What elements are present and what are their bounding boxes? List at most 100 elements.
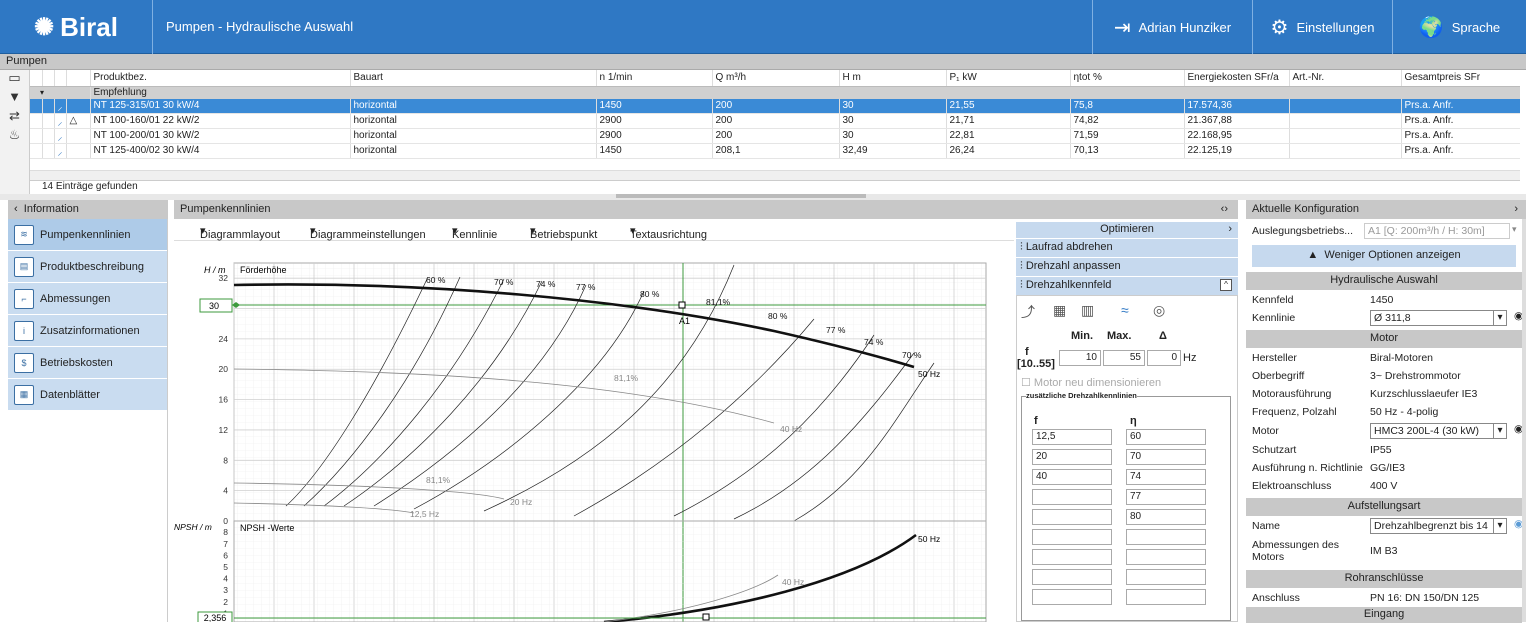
optimize-expand-icon[interactable]: › — [1228, 223, 1232, 235]
cell: NT 100-200/01 30 kW/2 — [90, 128, 351, 144]
col-header[interactable]: H m — [839, 70, 947, 87]
f-value-input[interactable]: 12,5 — [1032, 429, 1112, 445]
pump-toolbar: ▭ ▼ ⇄ ♨ — [0, 70, 30, 194]
filter-icon[interactable]: ▼ — [0, 89, 29, 108]
f-min-input[interactable]: 10 — [1059, 350, 1101, 366]
curves-toggle-icon[interactable]: ≈ — [1121, 302, 1129, 318]
nav-pumpenkennlinien[interactable]: ≋ Pumpenkennlinien — [8, 219, 167, 251]
nav-label: Pumpenkennlinien — [40, 228, 131, 241]
f-value-input[interactable]: 40 — [1032, 469, 1112, 485]
eta-value-input[interactable] — [1126, 529, 1206, 545]
optimize-header[interactable]: Optimieren › — [1016, 222, 1238, 238]
wrench-icon[interactable]: ⸝ — [54, 143, 67, 159]
f-value-input[interactable] — [1032, 569, 1112, 585]
config-panel-header[interactable]: Aktuelle Konfiguration › — [1246, 200, 1526, 219]
f-value-input[interactable] — [1032, 489, 1112, 505]
eta-value-input[interactable]: 74 — [1126, 469, 1206, 485]
menu-textausrichtung[interactable]: Textausrichtung ▾ — [630, 224, 707, 241]
menu-label: Kennlinie — [452, 229, 498, 241]
auslegung-select[interactable]: A1 [Q: 200m³/h / H: 30m] — [1364, 223, 1510, 239]
group-row[interactable]: ▾ Empfehlung — [30, 86, 1520, 99]
f-value-input[interactable] — [1032, 549, 1112, 565]
nav-zusatzinformationen[interactable]: i Zusatzinformationen — [8, 315, 167, 347]
expand-icon[interactable]: ‹› — [1221, 203, 1228, 215]
eta-value-input[interactable] — [1126, 549, 1206, 565]
col-header[interactable]: Produktbez. — [90, 70, 351, 87]
kennlinie-select[interactable]: Ø 311,8 — [1370, 310, 1507, 326]
head-plot-area — [233, 262, 987, 522]
motor-select[interactable]: HMC3 200L-4 (30 kW) — [1370, 423, 1507, 439]
menu-diagrammlayout[interactable]: Diagrammlayout ▾ — [200, 224, 280, 241]
col-header[interactable]: Gesamtpreis SFr — [1401, 70, 1520, 87]
pump-tool-icon[interactable]: ⤴ — [1021, 302, 1035, 322]
eta-value-input[interactable]: 70 — [1126, 449, 1206, 465]
eta-value-input[interactable]: 77 — [1126, 489, 1206, 505]
f-value-input[interactable] — [1032, 589, 1112, 605]
less-options-button[interactable]: ▲ Weniger Optionen anzeigen — [1252, 245, 1516, 267]
wrench-icon[interactable]: ⸝ — [54, 113, 67, 129]
npsh-operating-point[interactable] — [702, 613, 710, 621]
f-delta-input[interactable]: 0 — [1147, 350, 1181, 366]
nav-abmessungen[interactable]: ⌐ Abmessungen — [8, 283, 167, 315]
menu-diagrammeinstellungen[interactable]: Diagrammeinstellungen ▾ — [310, 224, 426, 241]
collapse-up-icon[interactable]: ^ — [1220, 279, 1232, 291]
f-max-input[interactable]: 55 — [1103, 350, 1145, 366]
f-value-input[interactable] — [1032, 529, 1112, 545]
schutzart-value: IP55 — [1370, 444, 1392, 456]
col-header[interactable]: Q m³/h — [712, 70, 840, 87]
menu-label: Textausrichtung — [630, 229, 708, 241]
table-row[interactable]: ⸝ NT 125-315/01 30 kW/4 horizontal 1450 200… — [30, 98, 1520, 114]
collapse-left-icon[interactable]: ‹ — [14, 203, 18, 215]
eta-value-input[interactable]: 80 — [1126, 509, 1206, 525]
language-button[interactable]: 🌍 Sprache — [1392, 0, 1526, 54]
opt-drehzahlkennfeld[interactable]: ⫶ Drehzahlkennfeld ^ — [1016, 276, 1238, 295]
cell: horizontal — [350, 113, 597, 129]
col-header[interactable]: ηtot % — [1070, 70, 1185, 87]
collapse-icon[interactable]: ▾ — [30, 86, 91, 99]
col-header[interactable]: Bauart — [350, 70, 597, 87]
auslegung-dropdown-icon[interactable]: ▾ — [1512, 224, 1517, 235]
col-header[interactable]: Energiekosten SFr/a — [1184, 70, 1290, 87]
user-button[interactable]: ⇥ Adrian Hunziker — [1092, 0, 1252, 54]
nav-betriebskosten[interactable]: $ Betriebskosten — [8, 347, 167, 379]
eta-value-input[interactable] — [1126, 589, 1206, 605]
config-expand-icon[interactable]: › — [1514, 203, 1518, 215]
table-row[interactable]: ⸝ NT 100-200/01 30 kW/2 horizontal 2900 200… — [30, 128, 1520, 144]
cabinet-icon[interactable]: ▥ — [1081, 302, 1094, 319]
wrench-icon[interactable]: ⸝ — [54, 98, 67, 114]
motor-checkbox[interactable]: ☐ Motor neu dimensionieren — [1021, 376, 1161, 389]
col-header[interactable]: P₁ kW — [946, 70, 1071, 87]
nav-produktbeschreibung[interactable]: ▤ Produktbeschreibung — [8, 251, 167, 283]
pump-curve-chart[interactable]: H / m Förderhöhe 048121620242832 30 A1 6… — [174, 241, 1014, 625]
splitter-handle[interactable] — [616, 194, 866, 198]
brand-logo[interactable]: ✺ Biral — [0, 0, 153, 54]
nav-datenblaetter[interactable]: ▦ Datenblätter — [8, 379, 167, 411]
information-panel-header[interactable]: ‹ Information — [8, 200, 168, 219]
table-row[interactable]: ⸝ NT 125-400/02 30 kW/4 horizontal 1450 208… — [30, 143, 1520, 159]
f-value-input[interactable]: 20 — [1032, 449, 1112, 465]
opt-laufrad-abdrehen[interactable]: ⫶ Laufrad abdrehen — [1016, 238, 1238, 257]
horizontal-scrollbar[interactable] — [30, 170, 1520, 180]
table-row[interactable]: ⸝ △ NT 100-160/01 22 kW/2 horizontal 2900 20… — [30, 113, 1520, 129]
head-legend: Förderhöhe — [240, 265, 287, 275]
f-value-input[interactable] — [1032, 509, 1112, 525]
name-row: NameDrehzahlbegrenzt bis 14◉ — [1252, 518, 1523, 536]
columns-icon[interactable]: ▭ — [0, 70, 29, 89]
col-header[interactable]: n 1/min — [596, 70, 713, 87]
settings-button[interactable]: ⚙ Einstellungen — [1252, 0, 1392, 54]
calculator-icon[interactable]: ▦ — [1053, 302, 1066, 319]
menu-betriebspunkt[interactable]: Betriebspunkt ▾ — [530, 224, 597, 241]
opt-drehzahl-anpassen[interactable]: ⫶ Drehzahl anpassen — [1016, 257, 1238, 276]
eta-value-input[interactable] — [1126, 569, 1206, 585]
eta-value-input[interactable]: 60 — [1126, 429, 1206, 445]
menu-kennlinie[interactable]: Kennlinie ▾ — [452, 224, 497, 241]
pump-config-icon[interactable]: ♨ — [0, 127, 29, 146]
wrench-icon[interactable]: ⸝ — [54, 128, 67, 144]
chart-svg[interactable]: H / m Förderhöhe 048121620242832 30 A1 6… — [174, 241, 1014, 625]
col-header[interactable]: Art.-Nr. — [1289, 70, 1402, 87]
name-select[interactable]: Drehzahlbegrenzt bis 14 — [1370, 518, 1507, 534]
gauge-icon[interactable]: ◎ — [1153, 302, 1165, 319]
config-scrollbar[interactable] — [1522, 219, 1526, 622]
compare-icon[interactable]: ⇄ — [0, 108, 29, 127]
operating-point-A1[interactable] — [678, 301, 686, 309]
